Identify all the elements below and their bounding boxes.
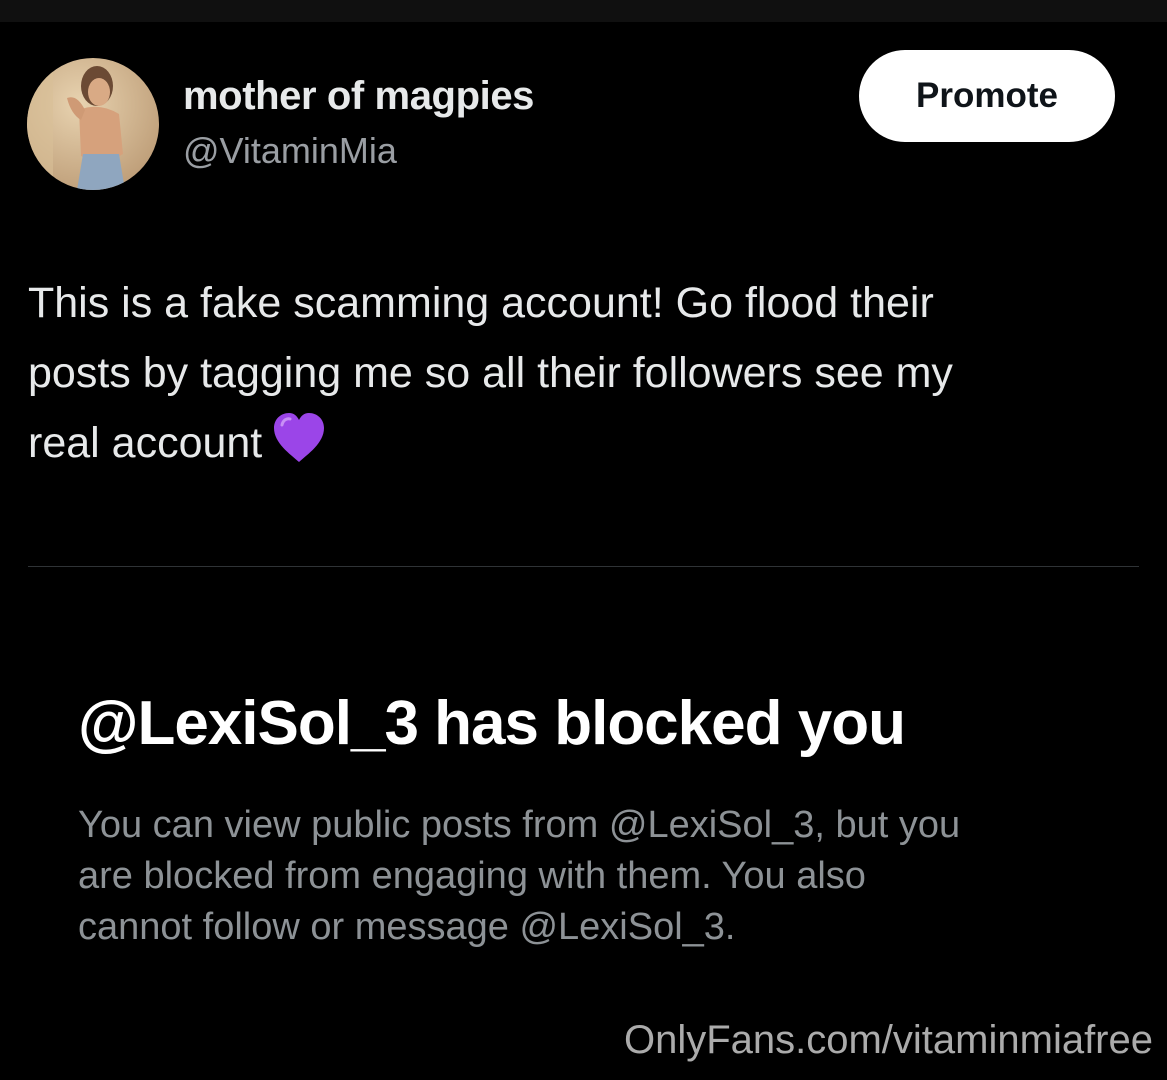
blocked-notice-line: You can view public posts from @LexiSol_… [78, 804, 961, 846]
avatar[interactable] [27, 58, 159, 190]
divider [28, 566, 1139, 567]
user-handle[interactable]: @VitaminMia [183, 130, 397, 172]
blocked-notice-body: You can view public posts from @LexiSol_… [78, 800, 1078, 953]
tweet-text-line: This is a fake scamming account! Go floo… [28, 279, 934, 327]
display-name[interactable]: mother of magpies [183, 74, 534, 119]
screenshot-page: mother of magpies @VitaminMia Promote Th… [0, 0, 1167, 1080]
tweet-text-line: posts by tagging me so all their followe… [28, 349, 953, 397]
blocked-notice-line: are blocked from engaging with them. You… [78, 855, 866, 897]
tweet-text: This is a fake scamming account! Go floo… [28, 268, 1138, 478]
promote-button[interactable]: Promote [859, 50, 1115, 142]
tweet-text-fragment: real account [28, 419, 263, 467]
status-bar-strip [0, 0, 1167, 22]
tweet-text-line-last: real account [28, 408, 1138, 478]
purple-heart-icon [270, 409, 328, 467]
watermark-text: OnlyFans.com/vitaminmiafree [623, 1018, 1153, 1062]
avatar-image [27, 58, 159, 190]
blocked-notice-line: cannot follow or message @LexiSol_3. [78, 906, 736, 948]
blocked-notice-title: @LexiSol_3 has blocked you [78, 689, 906, 758]
